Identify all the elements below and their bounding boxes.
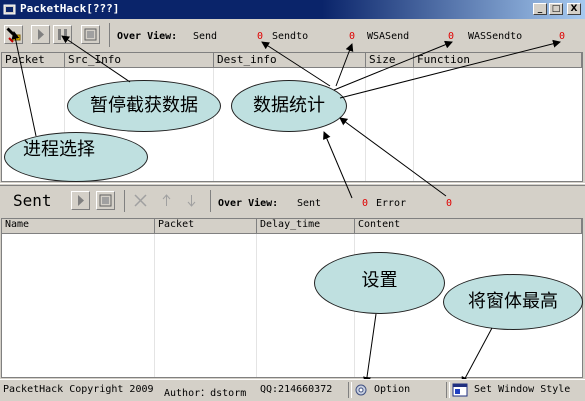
column-header-packet[interactable]: Packet — [2, 53, 65, 68]
annotation-stats-bubble: 数据统计 — [231, 80, 347, 132]
column-header-content[interactable]: Content — [355, 219, 582, 234]
window-style-label: Set Window Style — [474, 384, 571, 395]
toolbar-divider — [210, 190, 211, 212]
pause-icon — [58, 29, 67, 40]
stat-wsasend-value: 0 — [448, 31, 455, 42]
stat-sent-label: Sent — [297, 198, 322, 209]
sent-overview-label: Over View: — [218, 198, 279, 209]
play-icon — [38, 29, 44, 40]
process-select-icon — [6, 27, 21, 43]
move-down-button[interactable] — [182, 191, 201, 210]
option-gear-icon — [355, 384, 367, 396]
column-header-function[interactable]: Function — [414, 53, 582, 68]
pause-capture-button[interactable] — [53, 25, 72, 44]
grid-line — [365, 68, 366, 181]
arrow-down-icon — [187, 195, 196, 207]
process-select-button[interactable] — [4, 25, 23, 44]
author-text: Author：dstorm — [164, 388, 247, 399]
stat-wassendto-label: WASSendto — [468, 31, 523, 42]
stat-wassendto-value: 0 — [559, 31, 566, 42]
sent-title: Sent — [13, 191, 52, 210]
option-button[interactable]: Option — [352, 380, 444, 400]
column-header-delay-time[interactable]: Delay_time — [257, 219, 355, 234]
grid-line — [256, 234, 257, 377]
settings-button[interactable] — [96, 191, 115, 210]
annotation-topmost-bubble: 将窗体最高 — [443, 274, 583, 330]
play-icon — [78, 195, 84, 206]
toolbar-divider — [109, 23, 110, 47]
maximize-icon: □ — [551, 4, 561, 14]
toolbar-divider — [124, 190, 125, 212]
status-bar: PacketHack Copyright 2009 Author：dstorm … — [0, 379, 585, 401]
maximize-button[interactable]: □ — [549, 3, 563, 15]
grid-line — [154, 234, 155, 377]
window-style-icon — [452, 383, 468, 397]
stat-error-value: 0 — [446, 198, 453, 209]
window-title: PacketHack[???] — [20, 2, 120, 15]
minimize-button[interactable]: _ — [533, 3, 547, 15]
move-up-button[interactable] — [157, 191, 176, 210]
start-button[interactable] — [31, 25, 50, 44]
delete-button[interactable] — [131, 191, 150, 210]
column-header-size[interactable]: Size — [366, 53, 414, 68]
title-bar[interactable]: PacketHack[???] _ □ X — [0, 0, 585, 19]
stat-error-label: Error — [376, 198, 407, 209]
stat-sendto-value: 0 — [349, 31, 356, 42]
arrow-up-icon — [162, 194, 171, 206]
qq-text: QQ:214660372 — [260, 384, 333, 395]
column-header-packet[interactable]: Packet — [155, 219, 257, 234]
app-icon — [3, 4, 16, 15]
column-header-name[interactable]: Name — [2, 219, 155, 234]
stat-send-value: 0 — [257, 31, 264, 42]
overview-label: Over View: — [117, 31, 178, 42]
sent-toolbar: Sent Over View: Sent 0 Error 0 — [0, 186, 585, 216]
settings-icon — [99, 194, 112, 207]
delete-icon — [134, 194, 147, 207]
stat-send-label: Send — [193, 31, 218, 42]
send-start-button[interactable] — [71, 191, 90, 210]
close-icon: X — [570, 4, 578, 14]
stat-wsasend-label: WSASend — [367, 31, 410, 42]
column-header-src-info[interactable]: Src_Info — [65, 53, 214, 68]
window-icon — [84, 28, 97, 41]
window-topmost-button[interactable] — [81, 25, 100, 44]
copyright-text: PacketHack Copyright 2009 — [3, 384, 154, 395]
annotation-process-bubble: 进程选择 — [4, 132, 148, 182]
grid-line — [213, 68, 214, 181]
stat-sent-value: 0 — [362, 198, 369, 209]
minimize-icon: _ — [537, 4, 543, 14]
close-button[interactable]: X — [567, 3, 581, 15]
set-window-style-button[interactable]: Set Window Style — [450, 380, 583, 400]
option-label: Option — [374, 384, 411, 395]
annotation-settings-bubble: 设置 — [314, 252, 445, 314]
stat-sendto-label: Sendto — [272, 31, 309, 42]
grid-line — [413, 68, 414, 181]
top-toolbar: Over View: Send 0 Sendto 0 WSASend 0 WAS… — [0, 19, 585, 51]
column-header-dest-info[interactable]: Dest_info — [214, 53, 366, 68]
annotation-pause-bubble: 暂停截获数据 — [67, 80, 221, 132]
